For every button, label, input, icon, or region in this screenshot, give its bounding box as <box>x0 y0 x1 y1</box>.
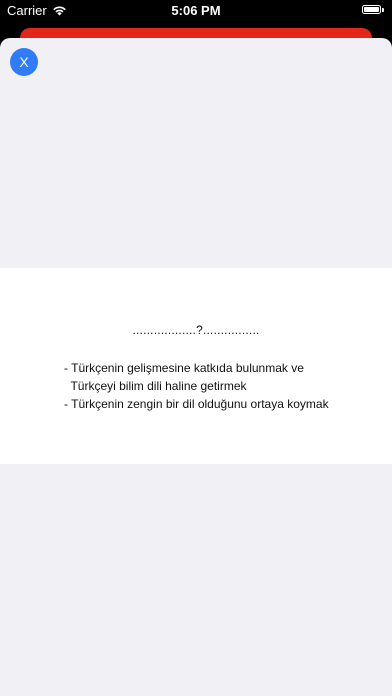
app-screen: Carrier 5:06 PM X ..................?...… <box>0 0 392 696</box>
status-bar: Carrier 5:06 PM <box>0 0 392 22</box>
question-title: ..................?................ <box>132 323 260 337</box>
question-line: - Türkçenin zengin bir dil olduğunu orta… <box>64 397 329 411</box>
question-lines: - Türkçenin gelişmesine katkıda bulunmak… <box>64 359 329 413</box>
question-card: ..................?................ - Tü… <box>0 268 392 464</box>
battery-icon <box>362 5 384 15</box>
question-line: Türkçeyi bilim dili haline getirmek <box>64 379 247 393</box>
modal-sheet: X ..................?................ - … <box>0 38 392 696</box>
close-button[interactable]: X <box>10 48 38 76</box>
status-time: 5:06 PM <box>171 3 221 18</box>
question-line: - Türkçenin gelişmesine katkıda bulunmak… <box>64 361 304 375</box>
